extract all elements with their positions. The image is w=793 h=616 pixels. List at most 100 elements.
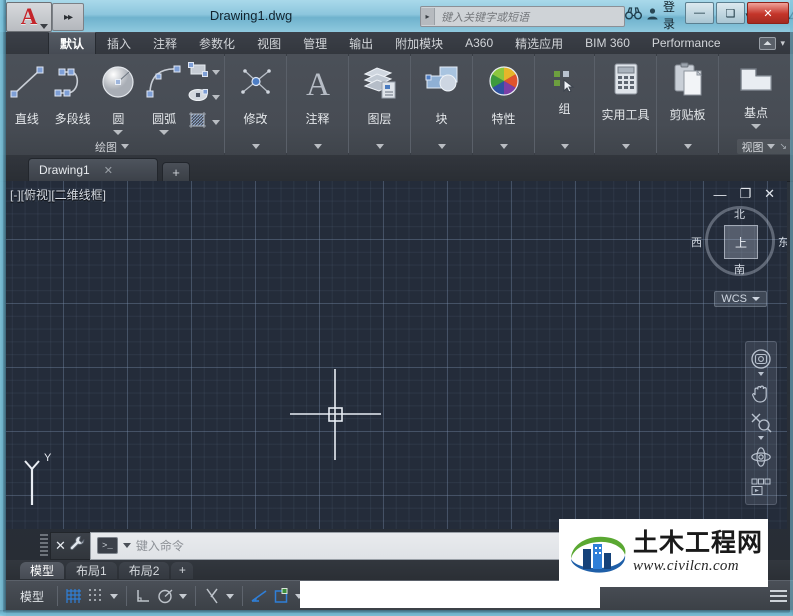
object-snap-tracking-toggle[interactable] bbox=[248, 585, 270, 607]
annotation-button[interactable]: A 注释 bbox=[291, 58, 344, 127]
chevron-down-icon[interactable] bbox=[375, 144, 384, 149]
draw-arc-dropdown-icon[interactable] bbox=[159, 130, 170, 135]
view-cube-west-label[interactable]: 西 bbox=[691, 234, 702, 250]
chevron-down-icon[interactable] bbox=[499, 144, 508, 149]
properties-button[interactable]: 特性 bbox=[477, 58, 530, 127]
viewport-minimize-button[interactable]: — bbox=[713, 187, 726, 202]
ucs-icon-toggle[interactable] bbox=[270, 585, 292, 607]
ribbon-tab-home[interactable]: 默认 bbox=[48, 32, 97, 54]
hamburger-icon[interactable] bbox=[770, 590, 787, 602]
viewport-config-label[interactable]: [-][俯视][二维线框] bbox=[10, 186, 106, 203]
grid-display-toggle[interactable] bbox=[63, 585, 85, 607]
layers-button[interactable]: 图层 bbox=[353, 58, 406, 127]
command-line-drag-handle[interactable] bbox=[40, 533, 48, 558]
ribbon-panel-draw-footer[interactable]: 绘图 bbox=[0, 138, 224, 155]
draw-hatch-dropdown-icon[interactable] bbox=[212, 120, 220, 125]
layout-tab-layout2[interactable]: 布局2 bbox=[118, 561, 170, 579]
ribbon-panel-properties-footer[interactable] bbox=[473, 138, 534, 155]
draw-hatch-button[interactable] bbox=[187, 111, 220, 134]
steering-wheel-dropdown-icon[interactable] bbox=[758, 372, 764, 376]
modify-button[interactable]: 修改 bbox=[229, 58, 282, 127]
chevron-down-icon[interactable] bbox=[251, 144, 260, 149]
ribbon-tab-manage[interactable]: 管理 bbox=[292, 32, 338, 54]
search-dropdown-icon[interactable]: ▸ bbox=[421, 8, 435, 25]
maximize-button[interactable]: ❑ bbox=[716, 2, 745, 24]
application-menu-button[interactable]: A bbox=[6, 2, 52, 32]
pan-hand-icon[interactable] bbox=[748, 380, 774, 406]
draw-circle-button[interactable]: 圆 bbox=[96, 58, 142, 135]
ortho-mode-toggle[interactable] bbox=[132, 585, 154, 607]
ribbon-panel-group-footer[interactable] bbox=[535, 138, 594, 155]
block-button[interactable]: 块 bbox=[415, 58, 468, 127]
showmotion-icon[interactable] bbox=[748, 474, 774, 500]
quick-access-toolbar-expand-button[interactable]: ▸▸ bbox=[52, 3, 84, 31]
ribbon-tab-annotate[interactable]: 注释 bbox=[142, 32, 188, 54]
user-account-icon[interactable] bbox=[646, 7, 659, 23]
ribbon-tab-a360[interactable]: A360 bbox=[454, 32, 504, 54]
autodesk-app-icon[interactable] bbox=[788, 7, 793, 23]
drawing-canvas[interactable]: [-][俯视][二维线框] — ❐ ✕ 上 北 南 西 东 WCS Y bbox=[6, 181, 787, 529]
osnap-dropdown-caret-icon[interactable] bbox=[226, 593, 235, 599]
ribbon-panel-view-footer[interactable]: 视图 ↘ bbox=[737, 139, 791, 154]
new-file-tab-button[interactable]: + bbox=[162, 162, 190, 181]
ribbon-panel-annotation-footer[interactable] bbox=[287, 138, 348, 155]
status-model-label[interactable]: 模型 bbox=[12, 588, 52, 605]
draw-circle-dropdown-icon[interactable] bbox=[113, 130, 124, 135]
signin-label[interactable]: 登录 bbox=[663, 0, 684, 32]
draw-rectangle-dropdown-icon[interactable] bbox=[212, 70, 220, 75]
chevron-down-icon[interactable] bbox=[437, 144, 446, 149]
chevron-down-icon[interactable] bbox=[560, 144, 569, 149]
view-cube-north-label[interactable]: 北 bbox=[734, 206, 745, 222]
search-box[interactable]: ▸ 键入关键字或短语 bbox=[420, 6, 625, 27]
view-cube[interactable]: 上 北 南 西 东 bbox=[691, 206, 787, 277]
draw-ellipse-button[interactable] bbox=[187, 86, 220, 109]
ribbon-panel-layers-footer[interactable] bbox=[349, 138, 410, 155]
utilities-button[interactable]: 实用工具 bbox=[599, 58, 652, 123]
basepoint-button[interactable]: 基点 bbox=[729, 58, 783, 129]
steering-wheel-icon[interactable] bbox=[748, 346, 774, 372]
ribbon-tab-insert[interactable]: 插入 bbox=[96, 32, 142, 54]
ribbon-minimize-caret-icon[interactable]: ▾ bbox=[780, 38, 785, 49]
draw-line-button[interactable]: 直线 bbox=[4, 58, 50, 127]
ribbon-minimize-group[interactable]: ▾ bbox=[759, 32, 793, 54]
add-layout-button[interactable]: + bbox=[171, 561, 194, 579]
snap-mode-toggle[interactable] bbox=[85, 585, 107, 607]
zoom-dropdown-icon[interactable] bbox=[758, 436, 764, 440]
chevron-down-icon[interactable] bbox=[767, 144, 776, 149]
polar-dropdown-caret-icon[interactable] bbox=[179, 593, 188, 599]
ribbon-tab-addins[interactable]: 附加模块 bbox=[384, 32, 454, 54]
object-snap-toggle[interactable] bbox=[201, 585, 223, 607]
ribbon-tab-output[interactable]: 输出 bbox=[338, 32, 384, 54]
ribbon-tab-featured[interactable]: 精选应用 bbox=[504, 32, 574, 54]
chevron-down-icon[interactable] bbox=[121, 144, 129, 149]
ribbon-panel-block-footer[interactable] bbox=[411, 138, 472, 155]
draw-ellipse-dropdown-icon[interactable] bbox=[212, 95, 220, 100]
view-cube-east-label[interactable]: 东 bbox=[778, 234, 787, 250]
view-cube-top-face[interactable]: 上 bbox=[724, 225, 758, 259]
close-icon[interactable]: ✕ bbox=[104, 164, 113, 177]
zoom-extents-icon[interactable] bbox=[748, 410, 774, 436]
draw-rectangle-button[interactable] bbox=[187, 61, 220, 84]
ribbon-state-icon[interactable] bbox=[759, 36, 777, 50]
draw-arc-button[interactable]: 圆弧 bbox=[141, 58, 187, 135]
binoculars-icon[interactable] bbox=[625, 7, 642, 23]
viewport-restore-button[interactable]: ❐ bbox=[739, 186, 751, 202]
chevron-down-icon[interactable] bbox=[313, 144, 322, 149]
polar-tracking-toggle[interactable] bbox=[154, 585, 176, 607]
file-tab-drawing1[interactable]: Drawing1 ✕ bbox=[28, 158, 158, 181]
ribbon-tab-view[interactable]: 视图 bbox=[246, 32, 292, 54]
chevron-down-icon[interactable] bbox=[752, 297, 760, 301]
draw-polyline-button[interactable]: 多段线 bbox=[50, 58, 96, 127]
layout-tab-layout1[interactable]: 布局1 bbox=[66, 561, 117, 579]
ribbon-tab-parametric[interactable]: 参数化 bbox=[188, 32, 246, 54]
orbit-icon[interactable] bbox=[748, 444, 774, 470]
viewport-close-button[interactable]: ✕ bbox=[764, 186, 775, 202]
chevron-down-icon[interactable] bbox=[621, 144, 630, 149]
close-button[interactable]: ✕ bbox=[747, 2, 789, 24]
command-close-icon[interactable]: ✕ bbox=[55, 538, 66, 554]
clipboard-button[interactable]: 剪贴板 bbox=[661, 58, 714, 123]
command-history-dropdown-icon[interactable] bbox=[122, 543, 131, 548]
ribbon-panel-clipboard-footer[interactable] bbox=[657, 138, 718, 155]
layout-tab-model[interactable]: 模型 bbox=[20, 561, 65, 579]
view-cube-south-label[interactable]: 南 bbox=[734, 261, 745, 277]
